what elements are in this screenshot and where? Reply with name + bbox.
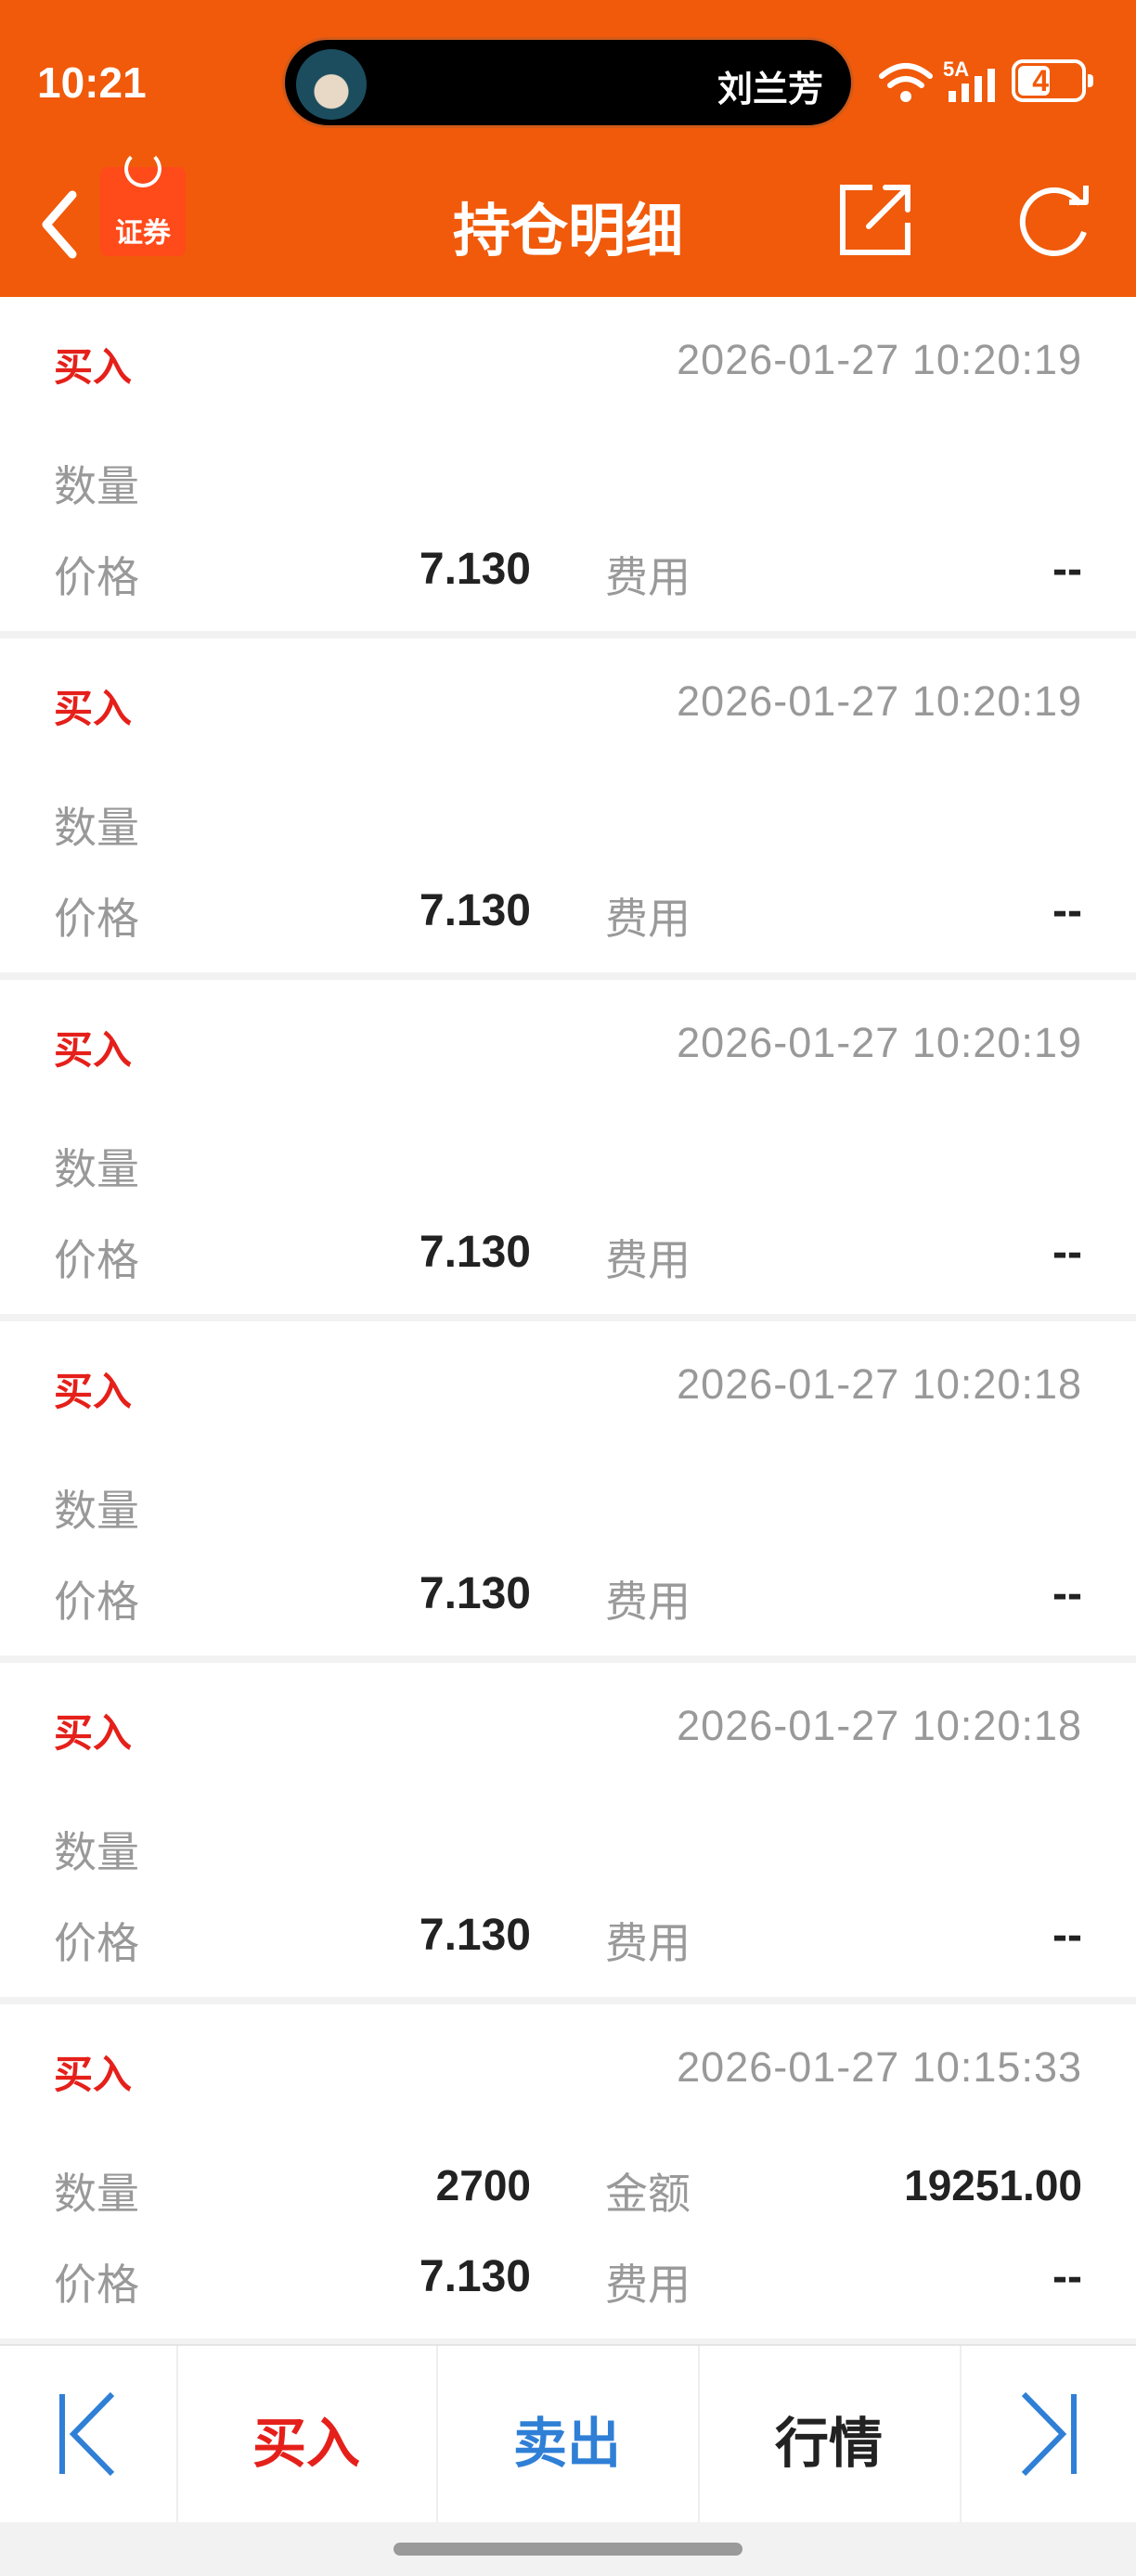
trade-time: 2026-01-27 10:20:19	[677, 677, 1082, 725]
trade-type: 买入	[54, 2052, 133, 2097]
battery-icon: 47	[1012, 59, 1093, 102]
fee-label: 费用	[605, 1235, 691, 1285]
amount-label: 金额	[605, 2169, 691, 2219]
price-label: 价格	[54, 2260, 139, 2310]
fee-label: 费用	[605, 1577, 691, 1627]
quantity-label: 数量	[54, 461, 139, 511]
trade-time: 2026-01-27 10:20:19	[677, 1019, 1082, 1066]
first-page-button[interactable]	[0, 2346, 178, 2522]
status-bar: 10:21 刘兰芳 5A 47	[0, 0, 1136, 167]
price-label: 价格	[54, 1918, 139, 1968]
trade-time: 2026-01-27 10:20:18	[677, 1702, 1082, 1749]
fee-value: --	[1052, 886, 1082, 935]
trade-type: 买入	[54, 1027, 133, 1073]
list-item[interactable]: 买入 2026-01-27 10:20:18 数量 价格 7.130 费用 --	[0, 1321, 1136, 1655]
price-label: 价格	[54, 894, 139, 944]
page-title: 持仓明细	[452, 197, 683, 264]
trade-type: 买入	[54, 686, 133, 731]
logo-mark	[124, 150, 161, 187]
quantity-label: 数量	[54, 2169, 139, 2219]
fee-label: 费用	[605, 2260, 691, 2310]
signal-icon	[949, 69, 995, 102]
fee-label: 费用	[605, 1918, 691, 1968]
first-page-icon	[59, 2391, 115, 2477]
trade-time: 2026-01-27 10:15:33	[677, 2043, 1082, 2091]
trade-type: 买入	[54, 1369, 133, 1414]
list-item[interactable]: 买入 2026-01-27 10:20:19 数量 价格 7.130 费用 --	[0, 638, 1136, 972]
list-item[interactable]: 买入 2026-01-27 10:20:18 数量 价格 7.130 费用 --	[0, 1663, 1136, 1997]
price-value: 7.130	[419, 545, 531, 594]
amount-value: 19251.00	[904, 2161, 1082, 2209]
trade-type: 买入	[54, 344, 133, 390]
last-page-icon	[1021, 2391, 1077, 2477]
buy-label: 买入	[252, 2412, 360, 2475]
trade-time: 2026-01-27 10:20:19	[677, 336, 1082, 383]
dynamic-island[interactable]: 刘兰芳	[282, 37, 854, 128]
fee-value: --	[1052, 1228, 1082, 1277]
price-value: 7.130	[419, 1911, 531, 1960]
fee-value: --	[1052, 1569, 1082, 1618]
fee-label: 费用	[605, 552, 691, 602]
fee-value: --	[1052, 545, 1082, 594]
sell-label: 卖出	[512, 2412, 621, 2475]
bottom-toolbar: 买入 卖出 行情	[0, 2344, 1136, 2522]
quantity-label: 数量	[54, 1144, 139, 1194]
fee-value: --	[1052, 1911, 1082, 1960]
battery-percent: 47	[1032, 64, 1065, 97]
price-label: 价格	[54, 1235, 139, 1285]
quantity-label: 数量	[54, 803, 139, 853]
price-value: 7.130	[419, 2252, 531, 2301]
refresh-icon[interactable]	[1012, 180, 1097, 260]
trade-type: 买入	[54, 1710, 133, 1756]
list-item[interactable]: 买入 2026-01-27 10:15:33 数量 2700 金额 19251.…	[0, 2004, 1136, 2338]
home-indicator[interactable]	[394, 2543, 742, 2556]
last-page-button[interactable]	[960, 2346, 1136, 2522]
buy-button[interactable]: 买入	[176, 2346, 438, 2522]
nav-bar: 证券 持仓明细	[0, 150, 1136, 297]
island-title: 刘兰芳	[716, 69, 823, 109]
fee-value: --	[1052, 2252, 1082, 2301]
price-value: 7.130	[419, 1228, 531, 1277]
list-item[interactable]: 买入 2026-01-27 10:20:19 数量 价格 7.130 费用 --	[0, 297, 1136, 631]
price-value: 7.130	[419, 1569, 531, 1618]
quantity-label: 数量	[54, 1486, 139, 1536]
quantity-value: 2700	[435, 2161, 531, 2209]
list-item[interactable]: 买入 2026-01-27 10:20:19 数量 价格 7.130 费用 --	[0, 980, 1136, 1314]
wifi-icon	[879, 63, 933, 102]
status-time: 10:21	[37, 58, 147, 107]
fee-label: 费用	[605, 894, 691, 944]
share-icon[interactable]	[835, 180, 915, 260]
trade-time: 2026-01-27 10:20:18	[677, 1360, 1082, 1408]
quote-label: 行情	[774, 2412, 883, 2475]
price-label: 价格	[54, 552, 139, 602]
sell-button[interactable]: 卖出	[436, 2346, 700, 2522]
price-value: 7.130	[419, 886, 531, 935]
quantity-label: 数量	[54, 1827, 139, 1877]
quote-button[interactable]: 行情	[698, 2346, 962, 2522]
price-label: 价格	[54, 1577, 139, 1627]
media-thumbnail	[296, 49, 367, 120]
